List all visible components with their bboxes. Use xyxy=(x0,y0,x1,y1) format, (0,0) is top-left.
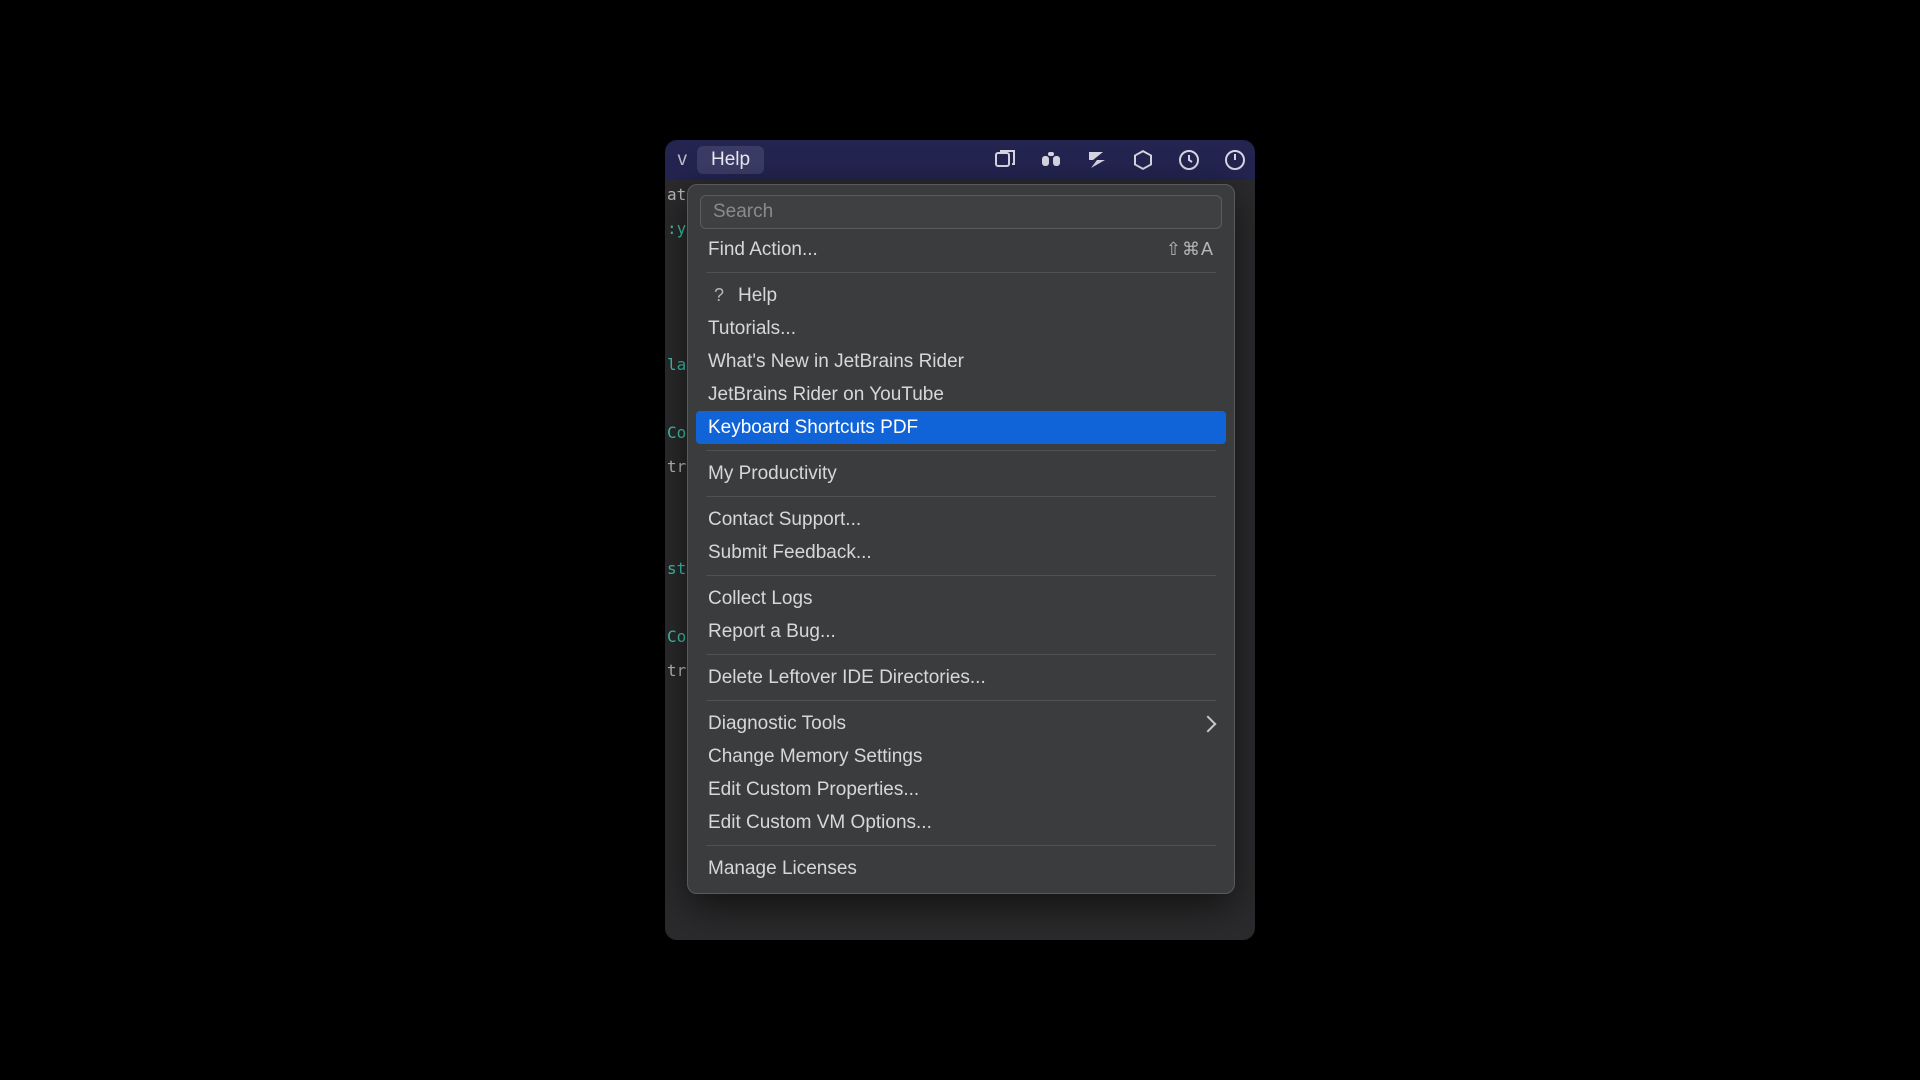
menubar-help[interactable]: Help xyxy=(697,146,764,174)
menu-item-label: Find Action... xyxy=(708,239,818,261)
menu-item-label: Manage Licenses xyxy=(708,858,857,880)
screen-share-icon[interactable] xyxy=(993,148,1017,172)
code-fragment xyxy=(665,486,689,514)
menu-separator xyxy=(706,450,1216,451)
menu-item-label: Contact Support... xyxy=(708,509,861,531)
history-icon[interactable] xyxy=(1177,148,1201,172)
help-menu-dropdown: Search Find Action... ⇧⌘A ? Help Tutoria… xyxy=(687,184,1235,894)
menu-search-input[interactable]: Search xyxy=(700,195,1222,229)
menu-item-manage-licenses[interactable]: Manage Licenses xyxy=(696,852,1226,885)
menu-item-edit-custom-vm-options[interactable]: Edit Custom VM Options... xyxy=(696,806,1226,839)
power-icon[interactable] xyxy=(1223,148,1247,172)
menu-separator xyxy=(706,496,1216,497)
menu-item-label: Change Memory Settings xyxy=(708,746,922,768)
menu-item-label: Edit Custom VM Options... xyxy=(708,812,932,834)
menubar-status-icons xyxy=(993,148,1249,172)
code-fragment: st xyxy=(665,554,689,582)
code-fragment xyxy=(665,282,689,310)
menubar-prev-item-fragment[interactable]: v xyxy=(671,149,687,171)
menu-item-collect-logs[interactable]: Collect Logs xyxy=(696,582,1226,615)
menu-item-shortcut: ⇧⌘A xyxy=(1166,239,1214,260)
code-fragment: :y xyxy=(665,214,689,242)
menu-item-help[interactable]: ? Help xyxy=(696,279,1226,312)
code-fragment xyxy=(665,588,689,616)
code-fragment xyxy=(665,384,689,412)
menu-item-label: Delete Leftover IDE Directories... xyxy=(708,667,986,689)
menu-separator xyxy=(706,272,1216,273)
search-placeholder: Search xyxy=(713,201,773,223)
menu-item-edit-custom-properties[interactable]: Edit Custom Properties... xyxy=(696,773,1226,806)
menubar: v Help xyxy=(665,140,1255,180)
menu-item-report-bug[interactable]: Report a Bug... xyxy=(696,615,1226,648)
app-window: v Help at :y xyxy=(665,140,1255,940)
menu-separator xyxy=(706,845,1216,846)
menu-item-label: Help xyxy=(738,285,777,307)
menu-separator xyxy=(706,654,1216,655)
menu-item-label: Tutorials... xyxy=(708,318,796,340)
code-fragment xyxy=(665,248,689,276)
menu-item-my-productivity[interactable]: My Productivity xyxy=(696,457,1226,490)
copilot-icon[interactable] xyxy=(1039,148,1063,172)
menu-item-label: Edit Custom Properties... xyxy=(708,779,919,801)
menu-item-label: JetBrains Rider on YouTube xyxy=(708,384,944,406)
code-fragment: la xyxy=(665,350,689,378)
menu-item-diagnostic-tools[interactable]: Diagnostic Tools xyxy=(696,707,1226,740)
zig-icon[interactable] xyxy=(1085,148,1109,172)
menu-item-label: Collect Logs xyxy=(708,588,813,610)
menu-item-label: Submit Feedback... xyxy=(708,542,872,564)
menu-item-label: My Productivity xyxy=(708,463,837,485)
menu-item-label: Report a Bug... xyxy=(708,621,836,643)
code-fragment: tr xyxy=(665,656,689,684)
menu-item-label: Keyboard Shortcuts PDF xyxy=(708,417,918,439)
code-fragment: tr xyxy=(665,452,689,480)
code-fragment: at xyxy=(665,180,689,208)
menu-separator xyxy=(706,575,1216,576)
menu-separator xyxy=(706,700,1216,701)
menu-item-youtube[interactable]: JetBrains Rider on YouTube xyxy=(696,378,1226,411)
menu-item-label: What's New in JetBrains Rider xyxy=(708,351,964,373)
code-fragment xyxy=(665,316,689,344)
menu-item-whats-new[interactable]: What's New in JetBrains Rider xyxy=(696,345,1226,378)
chevron-right-icon xyxy=(1200,715,1217,732)
menu-item-label: Diagnostic Tools xyxy=(708,713,846,735)
question-icon: ? xyxy=(708,285,730,306)
menu-item-keyboard-shortcuts-pdf[interactable]: Keyboard Shortcuts PDF xyxy=(696,411,1226,444)
code-fragment: Co xyxy=(665,622,689,650)
menu-item-tutorials[interactable]: Tutorials... xyxy=(696,312,1226,345)
editor-code-strip: at :y la Co tr st Co tr xyxy=(665,180,689,940)
menu-item-change-memory-settings[interactable]: Change Memory Settings xyxy=(696,740,1226,773)
code-fragment xyxy=(665,520,689,548)
menu-item-submit-feedback[interactable]: Submit Feedback... xyxy=(696,536,1226,569)
menu-item-delete-leftover-ide[interactable]: Delete Leftover IDE Directories... xyxy=(696,661,1226,694)
menu-item-contact-support[interactable]: Contact Support... xyxy=(696,503,1226,536)
code-fragment: Co xyxy=(665,418,689,446)
menu-item-find-action[interactable]: Find Action... ⇧⌘A xyxy=(696,233,1226,266)
package-icon[interactable] xyxy=(1131,148,1155,172)
